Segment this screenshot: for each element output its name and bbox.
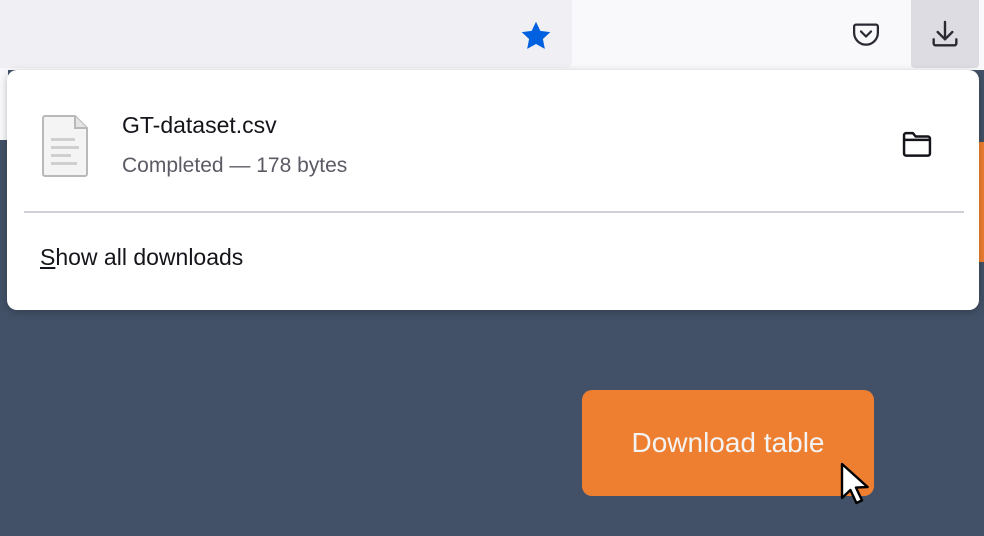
pointer-cursor-icon <box>838 462 878 506</box>
downloads-panel: GT-dataset.csv Completed — 178 bytes Sho… <box>7 70 979 310</box>
access-key: S <box>40 244 56 270</box>
url-bar[interactable] <box>0 0 572 68</box>
document-icon <box>41 114 91 178</box>
download-arrow-icon[interactable] <box>911 0 979 68</box>
download-table-button[interactable]: Download table <box>582 390 874 496</box>
show-all-downloads-label: how all downloads <box>55 244 244 270</box>
download-file-name: GT-dataset.csv <box>122 112 277 138</box>
star-icon[interactable] <box>516 16 556 56</box>
browser-toolbar <box>0 0 984 70</box>
pocket-icon[interactable] <box>846 14 886 54</box>
folder-icon[interactable] <box>897 124 937 164</box>
show-all-downloads-button[interactable]: Show all downloads <box>40 244 243 271</box>
download-status: Completed — 178 bytes <box>122 154 348 177</box>
download-list-item[interactable]: GT-dataset.csv Completed — 178 bytes <box>7 70 979 210</box>
panel-separator <box>24 211 964 213</box>
